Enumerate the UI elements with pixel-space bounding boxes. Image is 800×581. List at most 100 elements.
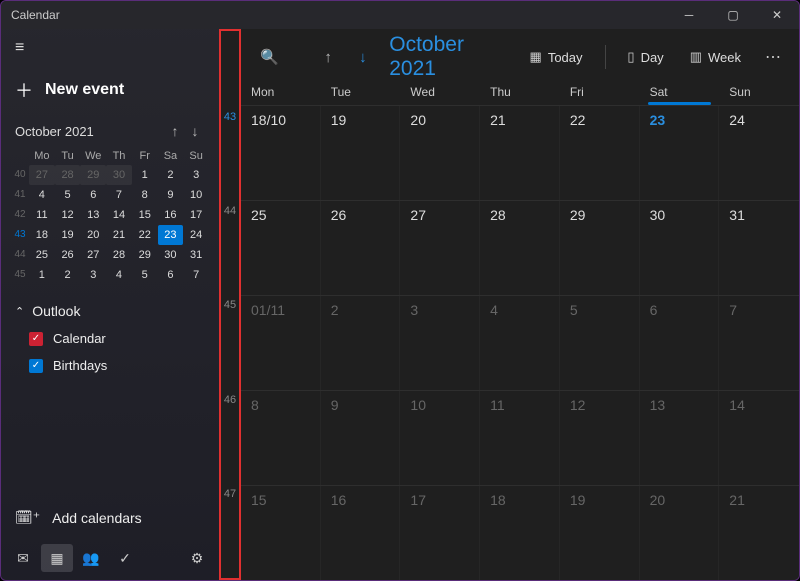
day-cell[interactable]: 3 <box>400 296 480 390</box>
mini-day-cell[interactable]: 3 <box>80 265 106 285</box>
settings-icon[interactable]: ⚙ <box>181 544 213 572</box>
day-cell[interactable]: 26 <box>321 201 401 295</box>
month-title[interactable]: October 2021 <box>389 33 501 81</box>
day-view-button[interactable]: ▯Day <box>619 45 671 69</box>
mini-day-cell[interactable]: 17 <box>183 205 209 225</box>
week-view-button[interactable]: ▥Week <box>682 45 749 69</box>
mini-prev-month[interactable]: ↑ <box>165 123 185 139</box>
day-cell[interactable]: 10 <box>400 391 480 485</box>
mini-day-cell[interactable]: 12 <box>55 205 81 225</box>
outlook-section-header[interactable]: ⌃ Outlook <box>1 289 219 325</box>
day-cell[interactable]: 21 <box>480 106 560 200</box>
hamburger-menu[interactable]: ≡ <box>1 29 219 67</box>
mini-day-cell[interactable]: 2 <box>158 165 184 185</box>
day-cell[interactable]: 5 <box>560 296 640 390</box>
day-cell[interactable]: 29 <box>560 201 640 295</box>
mini-day-cell[interactable]: 7 <box>183 265 209 285</box>
day-cell[interactable]: 31 <box>719 201 799 295</box>
mini-day-cell[interactable]: 7 <box>106 185 132 205</box>
day-cell[interactable]: 25 <box>241 201 321 295</box>
day-cell[interactable]: 18 <box>480 486 560 580</box>
todo-icon[interactable]: ✓ <box>109 544 141 572</box>
mini-day-cell[interactable]: 1 <box>132 165 158 185</box>
checkbox-icon[interactable]: ✓ <box>29 332 43 346</box>
mini-day-cell[interactable]: 4 <box>106 265 132 285</box>
day-cell[interactable]: 6 <box>640 296 720 390</box>
mini-day-cell[interactable]: 28 <box>106 245 132 265</box>
day-cell[interactable]: 19 <box>321 106 401 200</box>
add-calendars-button[interactable]: 🗓︎⁺ Add calendars <box>1 497 219 538</box>
new-event-button[interactable]: ＋ New event <box>1 67 219 113</box>
mini-next-month[interactable]: ↓ <box>185 123 205 139</box>
mini-day-cell[interactable]: 5 <box>132 265 158 285</box>
day-cell[interactable]: 16 <box>321 486 401 580</box>
mini-day-cell[interactable]: 1 <box>29 265 55 285</box>
mini-day-cell[interactable]: 29 <box>132 245 158 265</box>
mail-icon[interactable]: ✉ <box>7 544 39 572</box>
mini-day-cell[interactable]: 22 <box>132 225 158 245</box>
mini-day-cell[interactable]: 8 <box>132 185 158 205</box>
mini-day-cell[interactable]: 28 <box>55 165 81 185</box>
day-cell[interactable]: 19 <box>560 486 640 580</box>
day-cell[interactable]: 7 <box>719 296 799 390</box>
today-button[interactable]: ▦Today <box>522 45 591 69</box>
day-cell[interactable]: 9 <box>321 391 401 485</box>
day-cell[interactable]: 24 <box>719 106 799 200</box>
mini-day-cell[interactable]: 24 <box>183 225 209 245</box>
mini-day-cell[interactable]: 15 <box>132 205 158 225</box>
mini-day-cell[interactable]: 3 <box>183 165 209 185</box>
mini-day-cell[interactable]: 6 <box>158 265 184 285</box>
day-cell[interactable]: 8 <box>241 391 321 485</box>
day-cell[interactable]: 28 <box>480 201 560 295</box>
mini-day-cell[interactable]: 16 <box>158 205 184 225</box>
mini-day-cell[interactable]: 25 <box>29 245 55 265</box>
day-cell[interactable]: 23 <box>640 106 720 200</box>
mini-day-cell[interactable]: 26 <box>55 245 81 265</box>
day-cell[interactable]: 01/11 <box>241 296 321 390</box>
mini-day-cell[interactable]: 30 <box>158 245 184 265</box>
people-icon[interactable]: 👥 <box>75 544 107 572</box>
mini-day-cell[interactable]: 27 <box>29 165 55 185</box>
day-cell[interactable]: 30 <box>640 201 720 295</box>
mini-day-cell[interactable]: 27 <box>80 245 106 265</box>
mini-day-cell[interactable]: 30 <box>106 165 132 185</box>
day-cell[interactable]: 27 <box>400 201 480 295</box>
mini-day-cell[interactable]: 14 <box>106 205 132 225</box>
calendar-list-item[interactable]: ✓ Calendar <box>1 325 219 352</box>
mini-day-cell[interactable]: 10 <box>183 185 209 205</box>
mini-day-cell[interactable]: 6 <box>80 185 106 205</box>
day-cell[interactable]: 21 <box>719 486 799 580</box>
day-cell[interactable]: 11 <box>480 391 560 485</box>
calendar-list-item[interactable]: ✓ Birthdays <box>1 352 219 379</box>
search-icon[interactable]: 🔍 <box>257 43 282 71</box>
close-button[interactable]: ✕ <box>755 1 799 29</box>
next-period-arrow[interactable]: ↓ <box>351 43 376 71</box>
mini-day-cell[interactable]: 4 <box>29 185 55 205</box>
day-cell[interactable]: 20 <box>640 486 720 580</box>
more-menu[interactable]: ⋯ <box>759 47 789 67</box>
day-cell[interactable]: 2 <box>321 296 401 390</box>
mini-day-cell[interactable]: 19 <box>55 225 81 245</box>
mini-day-cell[interactable]: 2 <box>55 265 81 285</box>
day-cell[interactable]: 12 <box>560 391 640 485</box>
maximize-button[interactable]: ▢ <box>711 1 755 29</box>
day-cell[interactable]: 22 <box>560 106 640 200</box>
mini-day-cell[interactable]: 11 <box>29 205 55 225</box>
prev-period-arrow[interactable]: ↑ <box>316 43 341 71</box>
mini-day-cell[interactable]: 9 <box>158 185 184 205</box>
calendar-icon[interactable]: ▦ <box>41 544 73 572</box>
minimize-button[interactable]: ─ <box>667 1 711 29</box>
mini-day-cell[interactable]: 23 <box>158 225 184 245</box>
mini-day-cell[interactable]: 29 <box>80 165 106 185</box>
mini-day-cell[interactable]: 18 <box>29 225 55 245</box>
mini-day-cell[interactable]: 31 <box>183 245 209 265</box>
checkbox-icon[interactable]: ✓ <box>29 359 43 373</box>
day-cell[interactable]: 14 <box>719 391 799 485</box>
mini-day-cell[interactable]: 13 <box>80 205 106 225</box>
mini-day-cell[interactable]: 5 <box>55 185 81 205</box>
day-cell[interactable]: 17 <box>400 486 480 580</box>
day-cell[interactable]: 15 <box>241 486 321 580</box>
day-cell[interactable]: 20 <box>400 106 480 200</box>
mini-day-cell[interactable]: 20 <box>80 225 106 245</box>
day-cell[interactable]: 13 <box>640 391 720 485</box>
